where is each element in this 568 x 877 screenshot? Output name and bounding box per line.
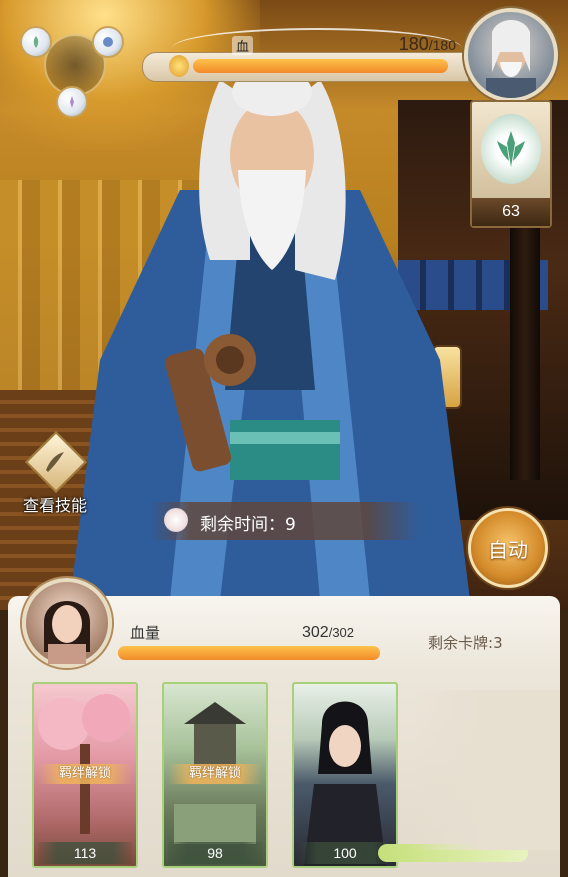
tray-fade [410,690,560,850]
enemy-hp-max: /180 [428,37,456,53]
bond-unlock-label: 羁绊解锁 [168,764,262,784]
player-avatar[interactable] [22,578,112,668]
card-cost: 113 [38,842,132,864]
blossom-skill-icon[interactable] [56,86,88,118]
player-hp-label: 血量 [130,624,161,642]
view-skills-button[interactable]: 查看技能 [10,430,100,516]
enemy-hp-label: 血 [232,36,254,55]
player-hp-value: 302/302 [302,624,354,642]
lady-portrait-icon [44,601,90,664]
remaining-time-banner: 剩余时间：9 [150,502,420,540]
lotus-skill-icon[interactable] [20,26,52,58]
remaining-cards-value: 3 [493,634,503,652]
player-hp-bar [118,646,380,660]
enemy-avatar[interactable] [464,8,558,102]
skill-wheel[interactable] [16,16,126,118]
bond-unlock-label: 羁绊解锁 [38,764,132,784]
remaining-time-text: 剩余时间：9 [200,510,296,535]
enemy-hp-fill [193,59,448,73]
swordsman-portrait-icon [304,701,386,866]
elder-portrait-icon [486,20,536,98]
remaining-time-label: 剩余时间： [200,515,285,535]
card-swordsman[interactable]: 100 [292,682,398,868]
card-cherry-blossom[interactable]: 羁绊解锁 113 [32,682,138,868]
hp-bar-gem [169,55,189,77]
feather-icon [46,452,64,472]
enemy-hp-bar [142,52,469,82]
player-hp-current: 302 [302,624,329,641]
plum-flower-icon [164,508,188,532]
remaining-time-value: 9 [285,515,296,535]
card-pavilion[interactable]: 羁绊解锁 98 [162,682,268,868]
player-hp-fill [118,646,380,660]
enemy-hp-current: 180 [398,34,429,54]
card-cost: 98 [168,842,262,864]
remaining-cards: 剩余卡牌:3 [428,632,503,653]
jade-emblem-icon [481,114,541,184]
view-skills-label: 查看技能 [22,496,87,515]
buff-count: 63 [472,198,550,226]
flower-skill-icon[interactable] [92,26,124,58]
auto-button[interactable]: 自动 [468,508,548,588]
enemy-hp-value: 180/180 [399,34,456,55]
remaining-cards-label: 剩余卡牌: [428,634,494,652]
player-hp-max: /302 [328,625,355,640]
buff-card[interactable]: 63 [470,100,552,228]
